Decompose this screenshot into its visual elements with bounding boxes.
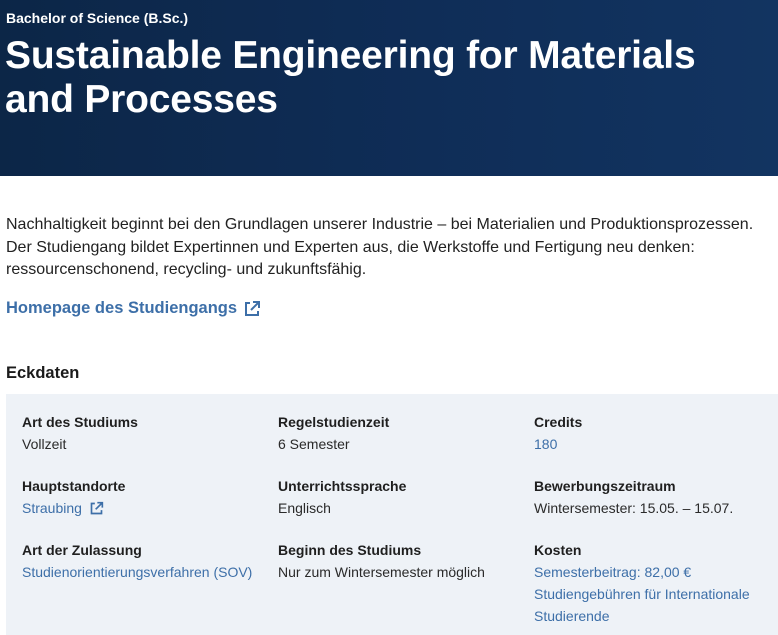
fact-bewerbungszeitraum: Bewerbungszeitraum Wintersemester: 15.05… [534, 475, 769, 519]
fact-art-des-studiums: Art des Studiums Vollzeit [22, 411, 138, 455]
degree-label: Bachelor of Science (B.Sc.) [6, 10, 189, 26]
credits-link[interactable]: 180 [534, 433, 769, 455]
fact-credits: Credits 180 [534, 411, 769, 455]
fact-value: Vollzeit [22, 436, 67, 452]
fact-label: Bewerbungszeitraum [534, 478, 676, 494]
page-title: Sustainable Engineering for Materials an… [5, 34, 696, 121]
fact-art-der-zulassung: Art der Zulassung Studienorientierungsve… [22, 539, 252, 583]
homepage-link[interactable]: Homepage des Studiengangs [6, 299, 261, 318]
fact-label: Art der Zulassung [22, 542, 142, 558]
fact-label: Art des Studiums [22, 414, 138, 430]
fact-label: Credits [534, 414, 583, 430]
fact-label: Kosten [534, 542, 582, 558]
fact-unterrichtssprache: Unterrichtssprache Englisch [278, 475, 406, 519]
fact-kosten: Kosten Semesterbeitrag: 82,00 € Studieng… [534, 539, 769, 627]
location-link-label: Straubing [22, 500, 82, 516]
external-link-icon [90, 501, 104, 514]
fact-value: 6 Semester [278, 436, 350, 452]
fact-label: Beginn des Studiums [278, 542, 422, 558]
homepage-link-label: Homepage des Studiengangs [6, 299, 238, 317]
tuition-fees-link[interactable]: Studiengebühren für Internationale Studi… [534, 583, 769, 627]
fact-value: Wintersemester: 15.05. – 15.07. [534, 500, 734, 516]
facts-panel: Art des Studiums Vollzeit Regelstudienze… [6, 394, 778, 635]
semester-fee-link[interactable]: Semesterbeitrag: 82,00 € [534, 561, 769, 583]
fact-hauptstandorte: Hauptstandorte Straubing [22, 475, 125, 519]
location-link[interactable]: Straubing [22, 497, 104, 519]
admission-link[interactable]: Studienorientierungsverfahren (SOV) [22, 561, 252, 583]
fact-regelstudienzeit: Regelstudienzeit 6 Semester [278, 411, 389, 455]
fact-value: Nur zum Wintersemester möglich [278, 564, 485, 580]
fact-label: Hauptstandorte [22, 478, 126, 494]
fact-label: Regelstudienzeit [278, 414, 390, 430]
facts-title: Eckdaten [6, 364, 80, 382]
hero-banner: Bachelor of Science (B.Sc.) Sustainable … [0, 0, 778, 176]
fact-beginn: Beginn des Studiums Nur zum Wintersemest… [278, 539, 485, 583]
external-link-icon [245, 300, 261, 316]
intro-text: Nachhaltigkeit beginnt bei den Grundlage… [6, 216, 754, 278]
fact-label: Unterrichtssprache [278, 478, 407, 494]
fact-value: Englisch [278, 500, 331, 516]
